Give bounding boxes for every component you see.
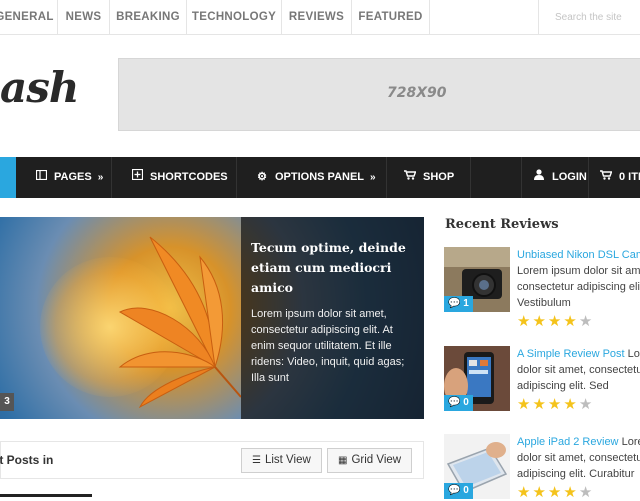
list-icon: ☰ <box>252 455 261 466</box>
review-title-link[interactable]: A Simple Review Post <box>517 348 625 360</box>
rating-stars: ★★★★★ <box>517 314 594 329</box>
star-icon: ★ <box>517 396 533 413</box>
review-excerpt: adipiscing elit. Sed <box>517 380 609 392</box>
nav-cart[interactable]: 0 ITEMS <box>589 157 640 198</box>
review-text: Apple iPad 2 Review Lorem ipsum dolor si… <box>517 434 640 482</box>
nav-login-label: LOGIN <box>552 171 587 183</box>
posts-view-bar: Latest Posts in ☰List View ▦Grid View <box>0 441 424 479</box>
search-box <box>538 0 640 35</box>
review-text: Unbiased Nikon DSL Camera Review Post Lo… <box>517 247 640 311</box>
comment-count-badge: 💬 0 <box>444 483 473 499</box>
nav-pages[interactable]: PAGES » <box>16 157 112 198</box>
comment-icon: 💬 <box>448 485 461 496</box>
top-nav-breaking[interactable]: BREAKING <box>110 0 187 35</box>
nav-shortcodes-label: SHORTCODES <box>150 171 228 183</box>
review-excerpt: Vestibulum <box>517 297 571 309</box>
review-excerpt: Lorem ipsum <box>627 348 640 360</box>
user-icon <box>532 157 546 198</box>
top-nav: GENERAL NEWS BREAKING TECHNOLOGY REVIEWS… <box>0 0 640 35</box>
submenu-indicator: » <box>370 172 376 183</box>
comment-icon: 💬 <box>448 298 461 309</box>
nav-options-panel[interactable]: ⚙ OPTIONS PANEL » <box>237 157 387 198</box>
recent-reviews-title: Recent Reviews <box>445 217 559 232</box>
review-excerpt: Lorem ipsum <box>621 436 640 448</box>
featured-slider[interactable]: Tecum optime, deinde etiam cum mediocri … <box>0 217 424 419</box>
top-nav-reviews[interactable]: REVIEWS <box>282 0 352 35</box>
rating-stars: ★★★★★ <box>517 485 594 500</box>
submenu-indicator: » <box>97 172 104 183</box>
star-icon: ★ <box>532 313 548 330</box>
banner-size-label: 728X90 <box>387 85 447 101</box>
slide-title[interactable]: Tecum optime, deinde etiam cum mediocri … <box>251 238 414 298</box>
review-title-link[interactable]: Unbiased Nikon DSL Camera Review Post <box>517 249 640 261</box>
star-icon: ★ <box>547 484 564 501</box>
slide-excerpt: Lorem ipsum dolor sit amet, consectetur … <box>251 308 405 384</box>
grid-icon: ▦ <box>338 455 348 466</box>
ipad-thumb[interactable]: 💬 0 <box>444 434 510 499</box>
rating-stars: ★★★★★ <box>517 397 594 412</box>
review-text: A Simple Review Post Lorem ipsum dolor s… <box>517 346 640 394</box>
review-excerpt: consectetur adipiscing elit. <box>517 281 640 293</box>
comment-count-badge: 💬 0 <box>444 395 473 411</box>
review-excerpt: dolor sit amet, consectetur <box>517 452 640 464</box>
star-icon: ★ <box>517 313 533 330</box>
comment-icon: 💬 <box>448 397 461 408</box>
comment-count: 0 <box>463 485 469 496</box>
top-nav-general[interactable]: GENERAL <box>0 0 58 35</box>
star-icon: ★ <box>547 313 564 330</box>
review-excerpt: adipiscing elit. Curabitur <box>517 468 635 480</box>
nav-login[interactable]: LOGIN <box>521 157 589 198</box>
cart-icon <box>599 157 613 198</box>
grid-view-button[interactable]: ▦ Grid View <box>327 448 413 473</box>
star-icon: ★ <box>578 484 595 501</box>
star-icon: ★ <box>578 396 595 413</box>
slide-comment-count: 3 <box>0 393 14 411</box>
comment-count: 0 <box>463 397 469 408</box>
slide-caption: Tecum optime, deinde etiam cum mediocri … <box>241 217 424 419</box>
nav-options-label: OPTIONS PANEL <box>275 171 365 183</box>
home-tab[interactable] <box>0 157 16 198</box>
list-view-button[interactable]: ☰ List View <box>241 448 322 473</box>
main-nav: PAGES » SHORTCODES ⚙ OPTIONS PANEL » SHOP L… <box>0 157 640 198</box>
site-logo[interactable]: ash <box>0 58 79 118</box>
post-divider <box>0 494 92 497</box>
search-input[interactable] <box>539 0 640 35</box>
nav-shortcodes[interactable]: SHORTCODES <box>112 157 237 198</box>
star-icon: ★ <box>517 484 533 501</box>
review-excerpt: Lorem ipsum dolor sit amet, <box>517 265 640 277</box>
comment-count-badge: 💬 1 <box>444 296 473 312</box>
camera-thumb[interactable]: 💬 1 <box>444 247 510 312</box>
review-title-link[interactable]: Apple iPad 2 Review <box>517 436 619 448</box>
phone-thumb[interactable]: 💬 0 <box>444 346 510 411</box>
gears-icon: ⚙ <box>257 171 267 183</box>
star-icon: ★ <box>563 484 579 501</box>
nav-pages-label: PAGES <box>54 171 92 183</box>
review-excerpt: dolor sit amet, consectetur <box>517 364 640 376</box>
nav-cart-label: 0 ITEMS <box>619 171 640 183</box>
star-icon: ★ <box>532 484 548 501</box>
grid-view-label: Grid View <box>351 454 402 466</box>
shortcodes-icon <box>130 157 144 198</box>
star-icon: ★ <box>532 396 548 413</box>
posts-section-label: Latest Posts in <box>0 453 54 467</box>
nav-shop[interactable]: SHOP <box>387 157 471 198</box>
star-icon: ★ <box>547 396 564 413</box>
top-nav-news[interactable]: NEWS <box>58 0 110 35</box>
ad-banner[interactable]: 728X90 <box>118 58 640 131</box>
comment-count: 1 <box>463 298 469 309</box>
top-nav-technology[interactable]: TECHNOLOGY <box>187 0 282 35</box>
star-icon: ★ <box>563 396 579 413</box>
top-nav-featured[interactable]: FEATURED <box>352 0 430 35</box>
star-icon: ★ <box>578 313 595 330</box>
list-view-label: List View <box>264 454 311 466</box>
nav-shop-label: SHOP <box>423 171 455 183</box>
leaf-image <box>118 236 241 409</box>
cart-icon <box>403 157 417 198</box>
star-icon: ★ <box>563 313 579 330</box>
pages-icon <box>34 157 48 198</box>
